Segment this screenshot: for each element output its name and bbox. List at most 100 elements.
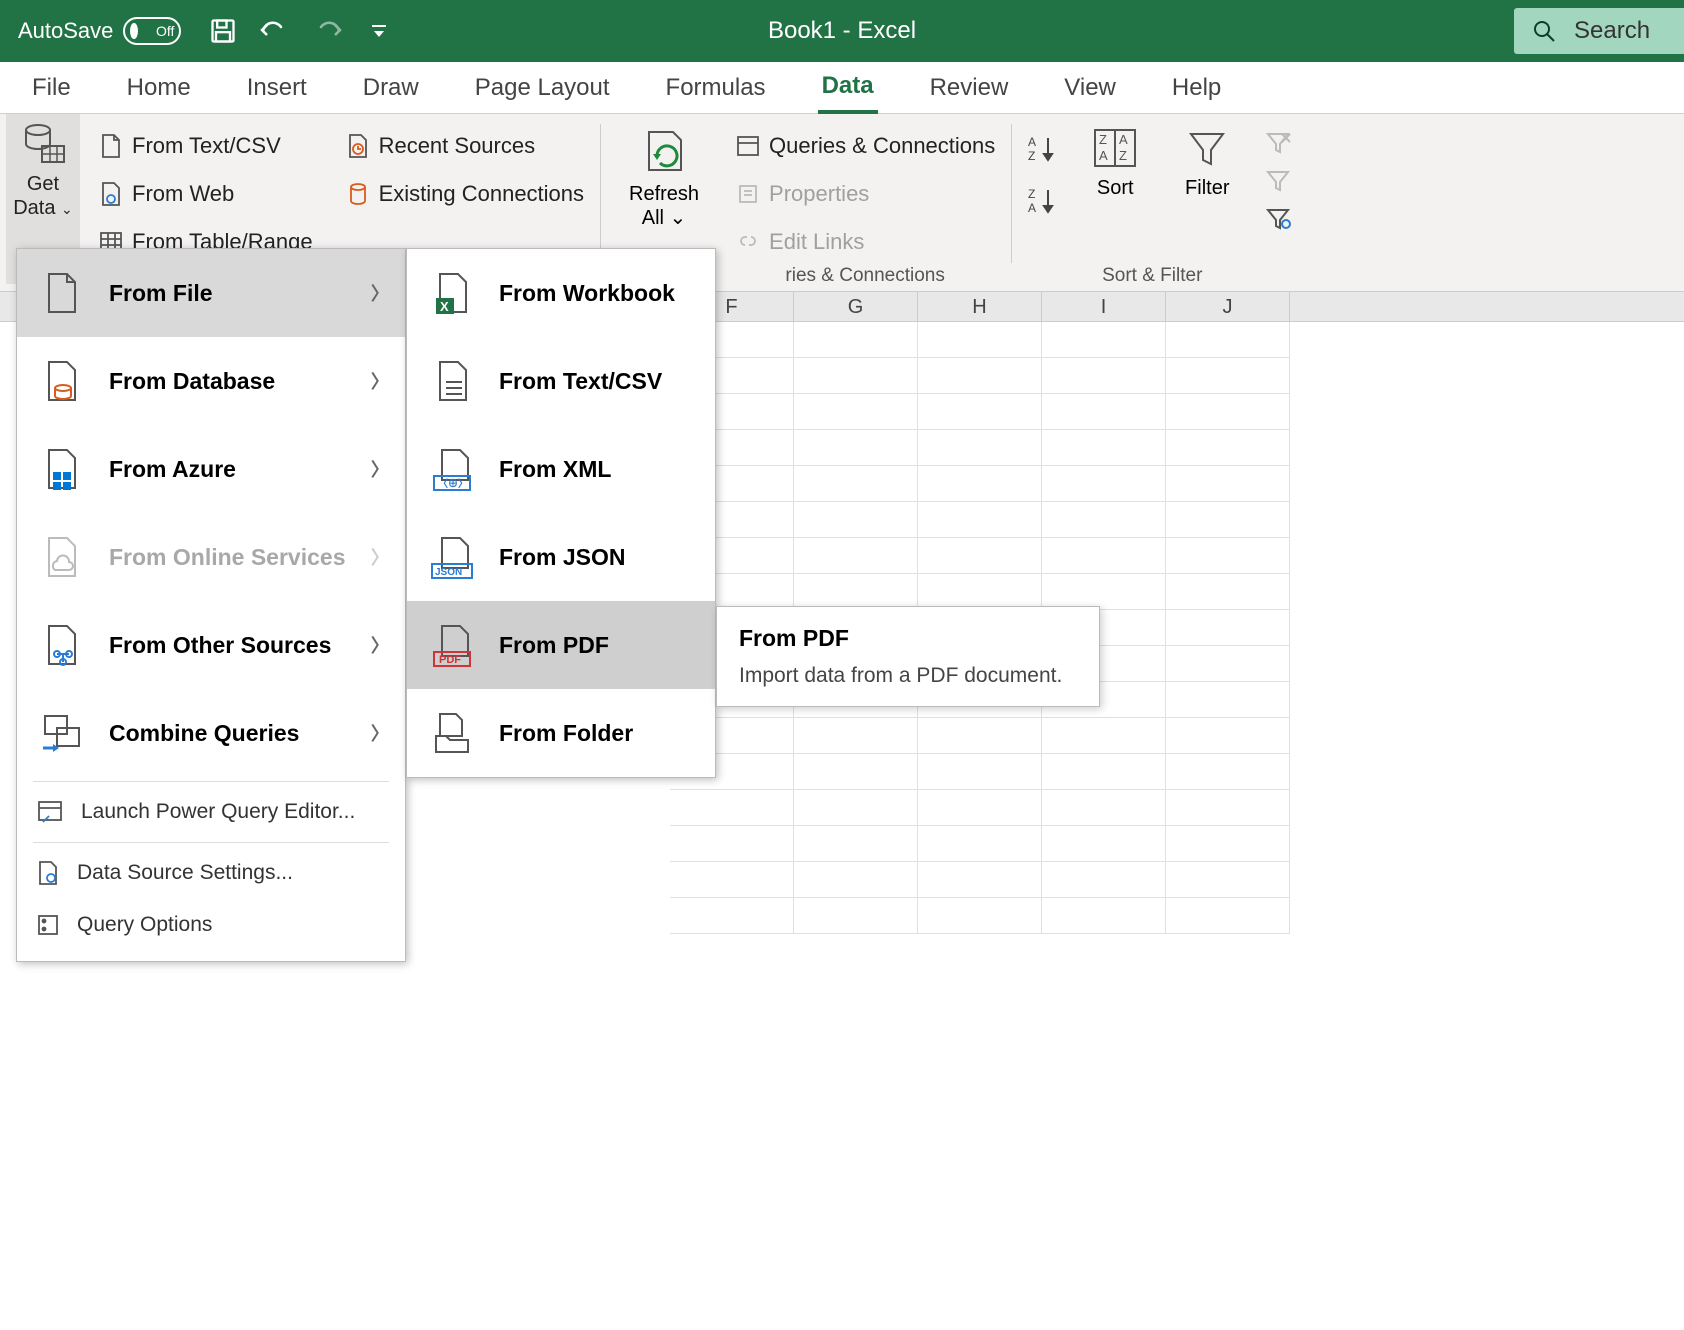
menu-combine-queries[interactable]: Combine Queries 〉 — [17, 689, 405, 777]
svg-text:PDF: PDF — [439, 654, 461, 666]
tab-draw[interactable]: Draw — [359, 64, 423, 112]
sort-icon: ZAAZ — [1091, 126, 1139, 170]
tab-insert[interactable]: Insert — [243, 64, 311, 112]
tab-help[interactable]: Help — [1168, 64, 1225, 112]
pdf-icon: PDF — [427, 620, 477, 670]
tooltip-title: From PDF — [739, 625, 1077, 652]
tab-data[interactable]: Data — [818, 62, 878, 114]
label: From PDF — [499, 632, 609, 659]
filter-icon — [1183, 126, 1231, 170]
label: Recent Sources — [379, 133, 536, 159]
svg-text:A: A — [1028, 201, 1036, 214]
autosave-state: Off — [156, 23, 174, 39]
menu-query-options[interactable]: Query Options — [17, 899, 405, 951]
svg-text:Z: Z — [1028, 149, 1035, 162]
label: Edit Links — [769, 229, 864, 255]
file-icon — [37, 268, 87, 318]
advanced-filter-button[interactable] — [1264, 206, 1292, 230]
toggle-knob — [130, 23, 138, 39]
sort-button[interactable]: ZAAZ Sort — [1080, 120, 1150, 200]
submenu-from-xml[interactable]: 〈⊕〉 From XML — [407, 425, 715, 513]
menu-from-azure[interactable]: From Azure 〉 — [17, 425, 405, 513]
from-text-csv-button[interactable]: From Text/CSV — [92, 126, 319, 166]
label: From JSON — [499, 544, 626, 571]
svg-text:Z: Z — [1099, 132, 1107, 147]
titlebar: AutoSave Off Book1 - Excel Search — [0, 0, 1684, 62]
text-file-icon — [98, 133, 124, 159]
folder-icon — [427, 708, 477, 758]
autosave-control[interactable]: AutoSave Off — [18, 17, 181, 45]
tab-formulas[interactable]: Formulas — [662, 64, 770, 112]
existing-connections-button[interactable]: Existing Connections — [339, 174, 590, 214]
refresh-all-label: Refresh All ⌄ — [629, 182, 699, 230]
group-sort-filter-label: Sort & Filter — [1040, 265, 1264, 287]
save-button[interactable] — [206, 14, 240, 48]
svg-text:A: A — [1099, 148, 1108, 163]
queries-connections-button[interactable]: Queries & Connections — [729, 126, 1001, 166]
database-icon — [20, 120, 66, 166]
recent-sources-button[interactable]: Recent Sources — [339, 126, 590, 166]
search-box[interactable]: Search — [1514, 8, 1684, 54]
from-file-submenu: X From Workbook From Text/CSV 〈⊕〉 From X… — [406, 248, 716, 778]
submenu-from-json[interactable]: JSON From JSON — [407, 513, 715, 601]
col-header[interactable]: G — [794, 292, 918, 321]
label: From Text/CSV — [132, 133, 281, 159]
undo-button[interactable] — [258, 14, 292, 48]
customize-qat-button[interactable] — [362, 14, 396, 48]
svg-text:〈⊕〉: 〈⊕〉 — [438, 477, 468, 490]
label: From Other Sources — [109, 632, 331, 659]
ribbon-tabs: File Home Insert Draw Page Layout Formul… — [0, 62, 1684, 114]
tab-home[interactable]: Home — [123, 64, 195, 112]
autosave-toggle[interactable]: Off — [123, 17, 181, 45]
get-data-menu: From File 〉 From Database 〉 From Azure 〉… — [16, 248, 406, 962]
submenu-from-folder[interactable]: From Folder — [407, 689, 715, 777]
clear-filter-button[interactable] — [1264, 130, 1292, 154]
svg-text:Z: Z — [1119, 148, 1127, 163]
tab-view[interactable]: View — [1060, 64, 1120, 112]
tab-page-layout[interactable]: Page Layout — [471, 64, 614, 112]
label: Launch Power Query Editor... — [81, 800, 355, 824]
reapply-filter-button[interactable] — [1264, 168, 1292, 192]
clock-file-icon — [345, 133, 371, 159]
options-icon — [37, 914, 59, 936]
refresh-all-button[interactable]: Refresh All ⌄ — [619, 120, 709, 230]
redo-button[interactable] — [310, 14, 344, 48]
label: From File — [109, 280, 213, 307]
menu-from-database[interactable]: From Database 〉 — [17, 337, 405, 425]
svg-text:JSON: JSON — [435, 567, 462, 578]
from-web-button[interactable]: From Web — [92, 174, 319, 214]
search-placeholder: Search — [1574, 17, 1650, 45]
workbook-icon: X — [427, 268, 477, 318]
menu-launch-pq-editor[interactable]: Launch Power Query Editor... — [17, 786, 405, 838]
tab-review[interactable]: Review — [926, 64, 1013, 112]
chevron-right-icon: 〉 — [371, 720, 389, 746]
col-header[interactable]: H — [918, 292, 1042, 321]
tooltip: From PDF Import data from a PDF document… — [716, 606, 1100, 707]
submenu-from-text-csv[interactable]: From Text/CSV — [407, 337, 715, 425]
label: Existing Connections — [379, 181, 584, 207]
menu-data-source-settings[interactable]: Data Source Settings... — [17, 847, 405, 899]
label: Query Options — [77, 913, 212, 937]
tab-file[interactable]: File — [28, 64, 75, 112]
chevron-right-icon: 〉 — [371, 280, 389, 306]
cylinder-icon — [345, 181, 371, 207]
filter-button[interactable]: Filter — [1170, 120, 1244, 200]
properties-icon — [735, 181, 761, 207]
col-header[interactable]: I — [1042, 292, 1166, 321]
submenu-from-workbook[interactable]: X From Workbook — [407, 249, 715, 337]
sort-desc-button[interactable]: ZA — [1026, 186, 1060, 214]
chevron-right-icon: 〉 — [371, 632, 389, 658]
pq-editor-icon — [37, 800, 63, 824]
chevron-right-icon: 〉 — [371, 456, 389, 482]
sort-asc-button[interactable]: AZ — [1026, 134, 1060, 162]
sort-label: Sort — [1097, 176, 1134, 200]
menu-from-file[interactable]: From File 〉 — [17, 249, 405, 337]
text-csv-icon — [427, 356, 477, 406]
col-header[interactable]: J — [1166, 292, 1290, 321]
links-icon — [735, 229, 761, 255]
svg-text:A: A — [1119, 132, 1128, 147]
submenu-from-pdf[interactable]: PDF From PDF — [407, 601, 715, 689]
menu-from-other-sources[interactable]: From Other Sources 〉 — [17, 601, 405, 689]
chevron-right-icon: 〉 — [371, 544, 389, 570]
filter-label: Filter — [1185, 176, 1229, 200]
